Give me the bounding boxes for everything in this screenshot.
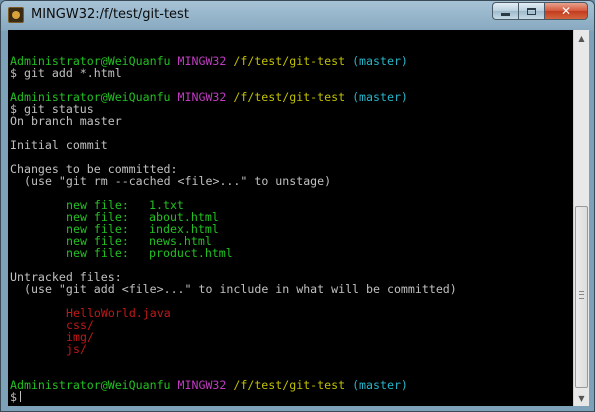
terminal-window: MINGW32:/f/test/git-test ✕ Administrator… bbox=[0, 0, 595, 412]
vertical-scrollbar[interactable]: ▲ ▼ bbox=[573, 30, 589, 406]
git-bash-icon[interactable] bbox=[8, 7, 24, 23]
command-text: git add *.html bbox=[23, 66, 122, 80]
prompt-user: Administrator@WeiQuanfu bbox=[10, 378, 171, 392]
prompt-system: MINGW32 bbox=[177, 378, 227, 392]
command-line: $ git add *.html bbox=[10, 67, 122, 79]
scrollbar-thumb[interactable] bbox=[575, 206, 588, 388]
staged-file-name: product.html bbox=[149, 246, 233, 260]
text-cursor bbox=[19, 391, 21, 402]
untracked-hint: (use "git add <file>..." to include in w… bbox=[24, 282, 457, 296]
status-initial-commit: Initial commit bbox=[10, 138, 108, 152]
window-bottom-frame bbox=[1, 406, 594, 411]
chevron-down-icon: ▼ bbox=[578, 393, 585, 403]
chevron-up-icon: ▲ bbox=[578, 33, 585, 43]
input-line[interactable]: $ bbox=[10, 391, 21, 403]
staged-hint: (use "git rm --cached <file>..." to unst… bbox=[24, 174, 332, 188]
maximize-button[interactable] bbox=[518, 2, 544, 20]
caption-buttons: ✕ bbox=[492, 2, 588, 21]
title-bar[interactable]: MINGW32:/f/test/git-test ✕ bbox=[1, 1, 594, 31]
prompt-branch: (master) bbox=[352, 378, 408, 392]
console-output[interactable]: Administrator@WeiQuanfu MINGW32 /f/test/… bbox=[8, 30, 573, 406]
prompt-branch: (master) bbox=[352, 90, 408, 104]
grip-icon bbox=[579, 291, 584, 299]
close-button[interactable]: ✕ bbox=[544, 2, 588, 20]
prompt-path: /f/test/git-test bbox=[233, 90, 346, 104]
staged-file-label: new file: bbox=[66, 246, 129, 260]
prompt-symbol: $ bbox=[10, 66, 17, 80]
prompt-system: MINGW32 bbox=[177, 54, 227, 68]
scroll-down-button[interactable]: ▼ bbox=[574, 390, 589, 406]
scroll-up-button[interactable]: ▲ bbox=[574, 30, 589, 46]
prompt-path: /f/test/git-test bbox=[233, 54, 346, 68]
minimize-icon bbox=[501, 12, 510, 16]
prompt-branch: (master) bbox=[352, 54, 408, 68]
status-branch-line: On branch master bbox=[10, 114, 122, 128]
prompt-path: /f/test/git-test bbox=[233, 378, 346, 392]
close-icon: ✕ bbox=[560, 4, 572, 18]
minimize-button[interactable] bbox=[492, 2, 518, 20]
prompt-line: Administrator@WeiQuanfu MINGW32 /f/test/… bbox=[10, 379, 408, 391]
staged-file-row: new file: product.html bbox=[66, 246, 233, 260]
prompt-symbol: $ bbox=[10, 390, 17, 404]
prompt-system: MINGW32 bbox=[177, 90, 227, 104]
maximize-icon bbox=[527, 7, 536, 15]
window-title: MINGW32:/f/test/git-test bbox=[31, 7, 189, 22]
untracked-file: js/ bbox=[66, 342, 87, 356]
